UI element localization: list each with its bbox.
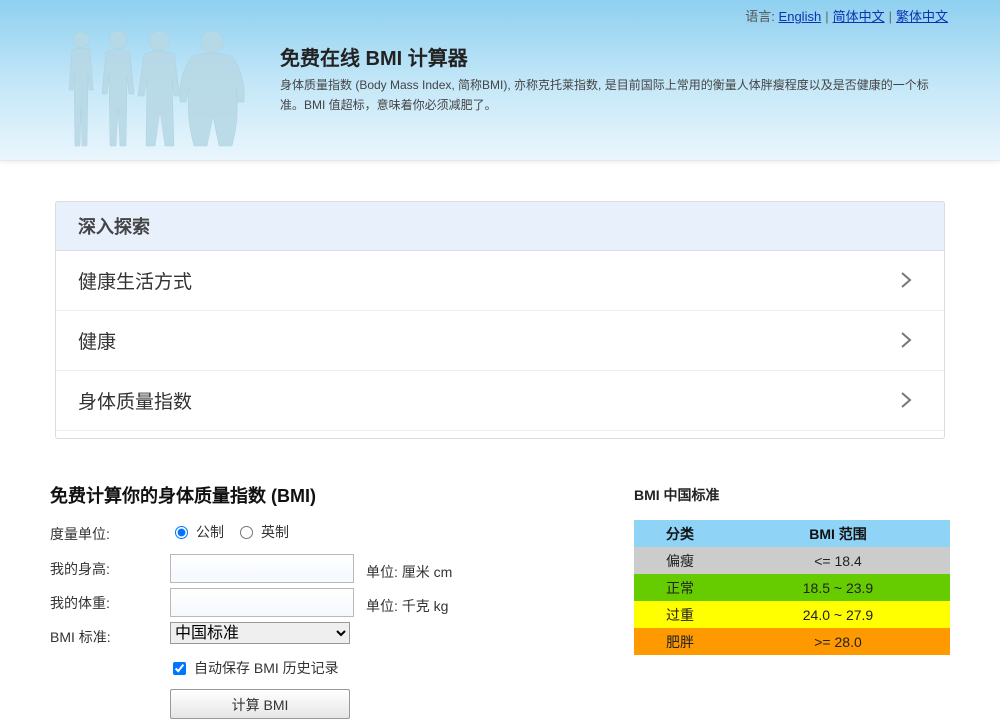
range-cell: <= 18.4 <box>814 552 862 569</box>
imperial-radio-label[interactable]: 英制 <box>261 522 289 542</box>
calculator-title: 免费计算你的身体质量指数 (BMI) <box>50 486 316 506</box>
range-cell: 24.0 ~ 27.9 <box>802 606 874 623</box>
calculate-button[interactable]: 计算 BMI <box>170 689 350 719</box>
language-bar: 语言: English | 简体中文 | 繁体中文 <box>745 6 948 25</box>
explore-item-label: 健康 <box>78 332 117 353</box>
page-description: 身体质量指数 (Body Mass Index, 简称BMI), 亦称克托莱指数… <box>280 78 929 112</box>
autosave-label: 自动保存 BMI 历史记录 <box>194 660 339 676</box>
lang-link-simplified[interactable]: 简体中文 <box>833 9 885 24</box>
metric-radio-label[interactable]: 公制 <box>196 522 224 542</box>
weight-unit: 单位: 千克 kg <box>366 598 449 614</box>
column-header-range: BMI 范围 <box>726 520 950 547</box>
table-row: 过重 24.0 ~ 27.9 <box>634 601 950 628</box>
height-input[interactable] <box>170 554 354 583</box>
weight-label: 我的体重: <box>50 595 110 611</box>
range-cell: 18.5 ~ 23.9 <box>802 579 874 596</box>
lang-link-traditional[interactable]: 繁体中文 <box>896 9 948 24</box>
range-cell: >= 28.0 <box>814 633 862 650</box>
weight-input[interactable] <box>170 588 354 617</box>
category-cell: 偏瘦 <box>666 552 694 569</box>
metric-radio[interactable] <box>175 525 188 539</box>
site-header: 语言: English | 简体中文 | 繁体中文 免费在线 BMI 计算器 身体质量指… <box>0 0 1000 161</box>
explore-heading: 深入探索 <box>56 202 944 251</box>
explore-item-healthy-lifestyle[interactable]: 健康生活方式 <box>56 251 944 311</box>
table-row: 肥胖 >= 28.0 <box>634 628 950 655</box>
page-title: 免费在线 BMI 计算器 <box>280 48 468 70</box>
category-cell: 正常 <box>666 579 694 596</box>
standard-table-title: BMI 中国标准 <box>634 487 720 503</box>
table-row: 正常 18.5 ~ 23.9 <box>634 574 950 601</box>
explore-item-label: 身体质量指数 <box>78 392 193 413</box>
bmi-standard-table: 分类 BMI 范围 偏瘦 <= 18.4 正常 18.5 ~ 23.9 过重 24.0 ~… <box>634 520 950 655</box>
lang-link-english[interactable]: English <box>779 9 822 24</box>
chevron-right-icon <box>901 272 912 288</box>
category-cell: 过重 <box>666 606 694 623</box>
category-cell: 肥胖 <box>666 633 694 650</box>
explore-item-bmi[interactable]: 身体质量指数 <box>56 371 944 431</box>
unit-radio-group: 公制 英制 <box>173 522 303 542</box>
separator: | <box>888 9 892 24</box>
chevron-right-icon <box>901 332 912 348</box>
explore-item-health[interactable]: 健康 <box>56 311 944 371</box>
imperial-radio[interactable] <box>240 525 253 539</box>
autosave-row: 自动保存 BMI 历史记录 <box>173 658 339 678</box>
height-unit: 单位: 厘米 cm <box>366 564 453 580</box>
separator: | <box>825 9 829 24</box>
explore-panel: 深入探索 健康生活方式 健康 身体质量指数 <box>55 201 945 439</box>
bmi-standard-select[interactable]: 中国标准 <box>170 622 350 644</box>
chevron-right-icon <box>901 392 912 408</box>
column-header-category: 分类 <box>634 520 726 547</box>
explore-item-label: 健康生活方式 <box>78 272 193 293</box>
body-silhouette-icon <box>68 30 245 147</box>
table-header-row: 分类 BMI 范围 <box>634 520 950 547</box>
language-label: 语言: <box>745 9 775 24</box>
standard-label: BMI 标准: <box>50 629 111 645</box>
autosave-checkbox[interactable] <box>173 661 186 675</box>
height-label: 我的身高: <box>50 561 110 577</box>
unit-label: 度量单位: <box>50 526 110 542</box>
table-row: 偏瘦 <= 18.4 <box>634 547 950 574</box>
